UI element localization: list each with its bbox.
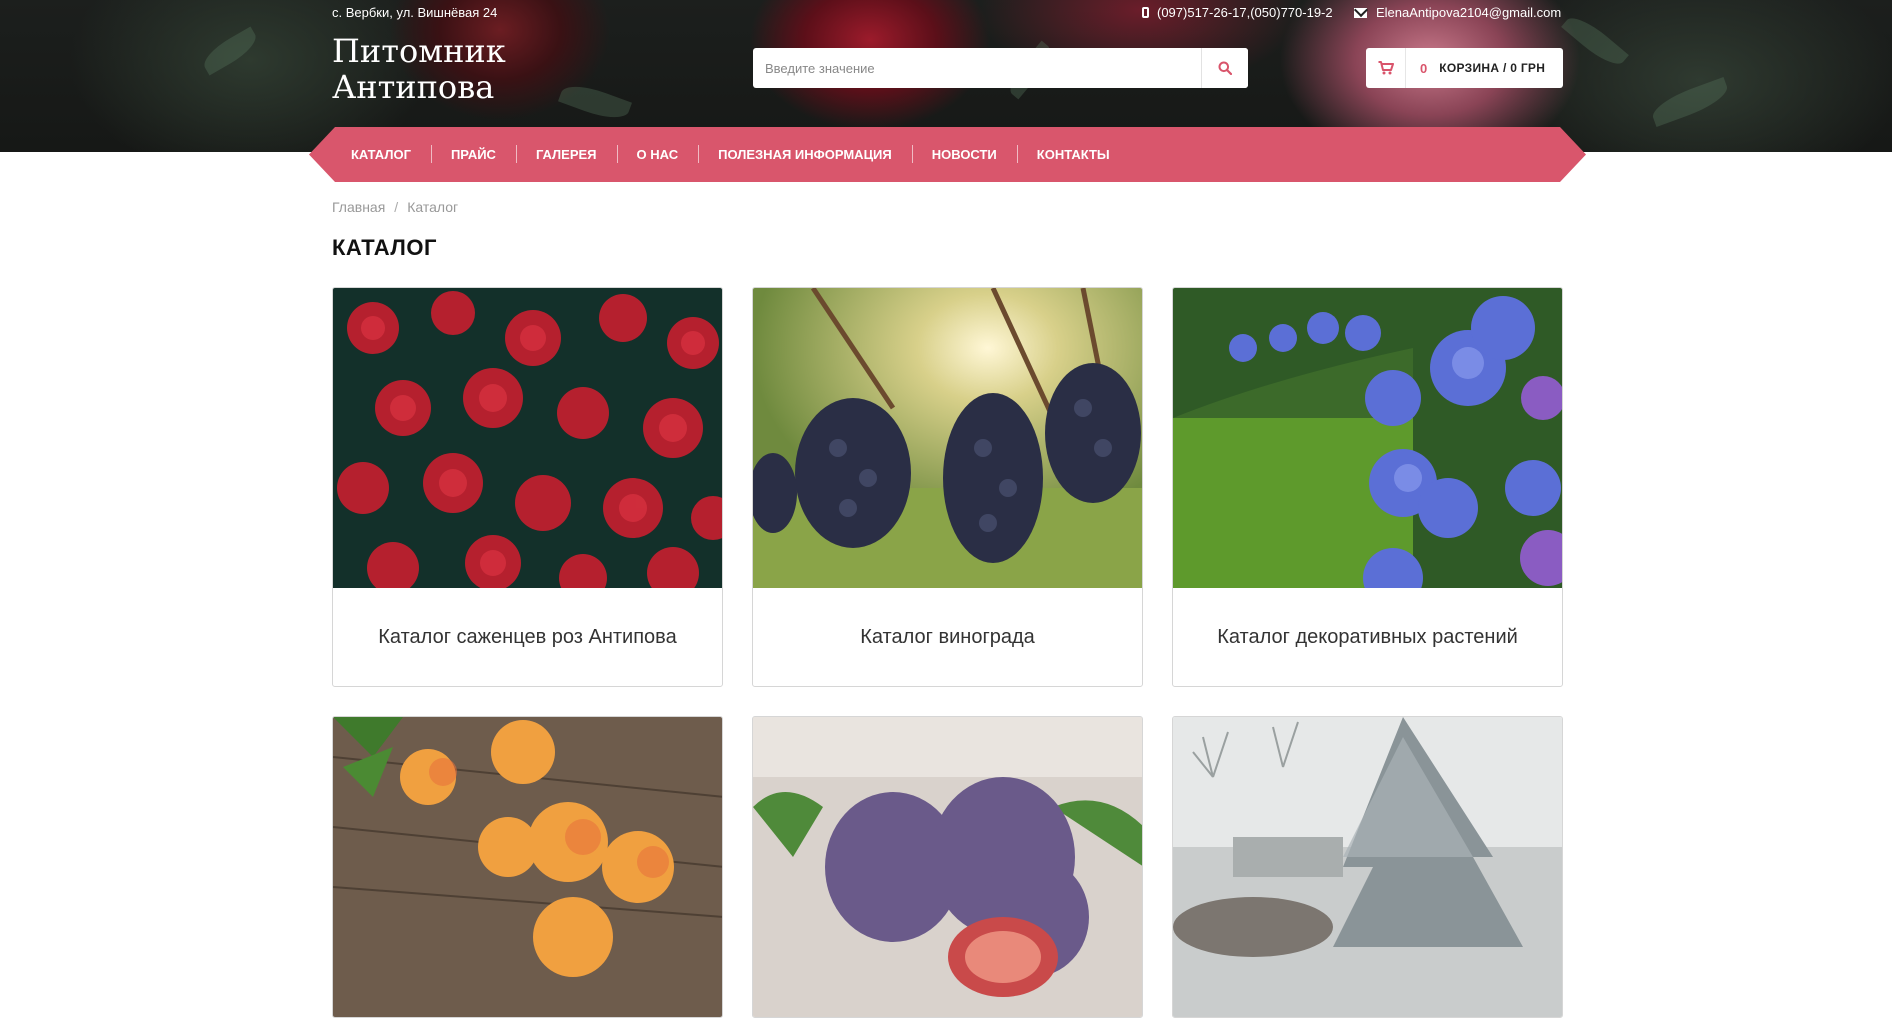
address-text: с. Вербки, ул. Вишнёвая 24 <box>332 5 498 20</box>
phone-contact[interactable]: (097)517-26-17,(050)770-19-2 <box>1142 5 1333 20</box>
search-input[interactable] <box>753 48 1201 88</box>
catalog-card-title[interactable]: Каталог декоративных растений <box>1173 588 1562 686</box>
leaf-decoration <box>1561 10 1629 72</box>
breadcrumb-home-link[interactable]: Главная <box>332 199 385 215</box>
search-icon <box>1218 61 1232 75</box>
grapes-image <box>753 288 1142 588</box>
leaf-decoration <box>198 26 262 76</box>
logo-line-1: Питомник <box>332 32 506 70</box>
phone-text[interactable]: (097)517-26-17,(050)770-19-2 <box>1157 5 1333 20</box>
nav-item-contacts[interactable]: КОНТАКТЫ <box>1017 147 1130 162</box>
search-bar <box>753 48 1248 88</box>
spruce-image <box>1173 717 1562 1017</box>
cart-count: 0 <box>1420 60 1428 76</box>
nav-item-useful-info[interactable]: ПОЛЕЗНАЯ ИНФОРМАЦИЯ <box>698 147 912 162</box>
envelope-icon <box>1354 7 1367 18</box>
leaf-decoration <box>558 78 632 126</box>
site-logo[interactable]: Питомник Антипова <box>332 33 506 105</box>
main-nav: КАТАЛОГ ПРАЙС ГАЛЕРЕЯ О НАС ПОЛЕЗНАЯ ИНФ… <box>309 127 1586 182</box>
catalog-card-decorative[interactable]: Каталог декоративных растений <box>1172 287 1563 687</box>
catalog-card-roses[interactable]: Каталог саженцев роз Антипова <box>332 287 723 687</box>
nav-item-catalog[interactable]: КАТАЛОГ <box>331 147 431 162</box>
breadcrumb-separator: / <box>394 199 399 215</box>
figs-image <box>753 717 1142 1017</box>
nav-item-news[interactable]: НОВОСТИ <box>912 147 1017 162</box>
email-text[interactable]: ElenaAntipova2104@gmail.com <box>1376 5 1561 20</box>
apricots-image <box>333 717 722 1017</box>
catalog-card-grapes[interactable]: Каталог винограда <box>752 287 1143 687</box>
logo-line-2: Антипова <box>332 68 495 106</box>
page-title: КАТАЛОГ <box>332 235 437 260</box>
cart-button[interactable]: 0 КОРЗИНА / 0 ГРН <box>1366 48 1563 88</box>
leaf-decoration <box>1648 77 1732 127</box>
catalog-card-title[interactable]: Каталог винограда <box>753 588 1142 686</box>
roses-image <box>333 288 722 588</box>
catalog-card-figs[interactable] <box>752 716 1143 1018</box>
cart-icon <box>1378 61 1394 75</box>
breadcrumb-current: Каталог <box>407 199 459 215</box>
catalog-card-apricots[interactable] <box>332 716 723 1018</box>
cart-label: КОРЗИНА / 0 ГРН <box>1439 61 1546 75</box>
cart-icon-box <box>1366 48 1406 88</box>
email-contact[interactable]: ElenaAntipova2104@gmail.com <box>1354 5 1561 20</box>
catalog-card-title[interactable]: Каталог саженцев роз Антипова <box>333 588 722 686</box>
search-button[interactable] <box>1201 48 1248 88</box>
catalog-card-spruce[interactable] <box>1172 716 1563 1018</box>
breadcrumb: Главная / Каталог <box>332 199 458 215</box>
nav-item-gallery[interactable]: ГАЛЕРЕЯ <box>516 147 617 162</box>
nav-item-price[interactable]: ПРАЙС <box>431 147 516 162</box>
nav-item-about[interactable]: О НАС <box>617 147 699 162</box>
phone-icon <box>1142 7 1149 18</box>
hydrangea-image <box>1173 288 1562 588</box>
